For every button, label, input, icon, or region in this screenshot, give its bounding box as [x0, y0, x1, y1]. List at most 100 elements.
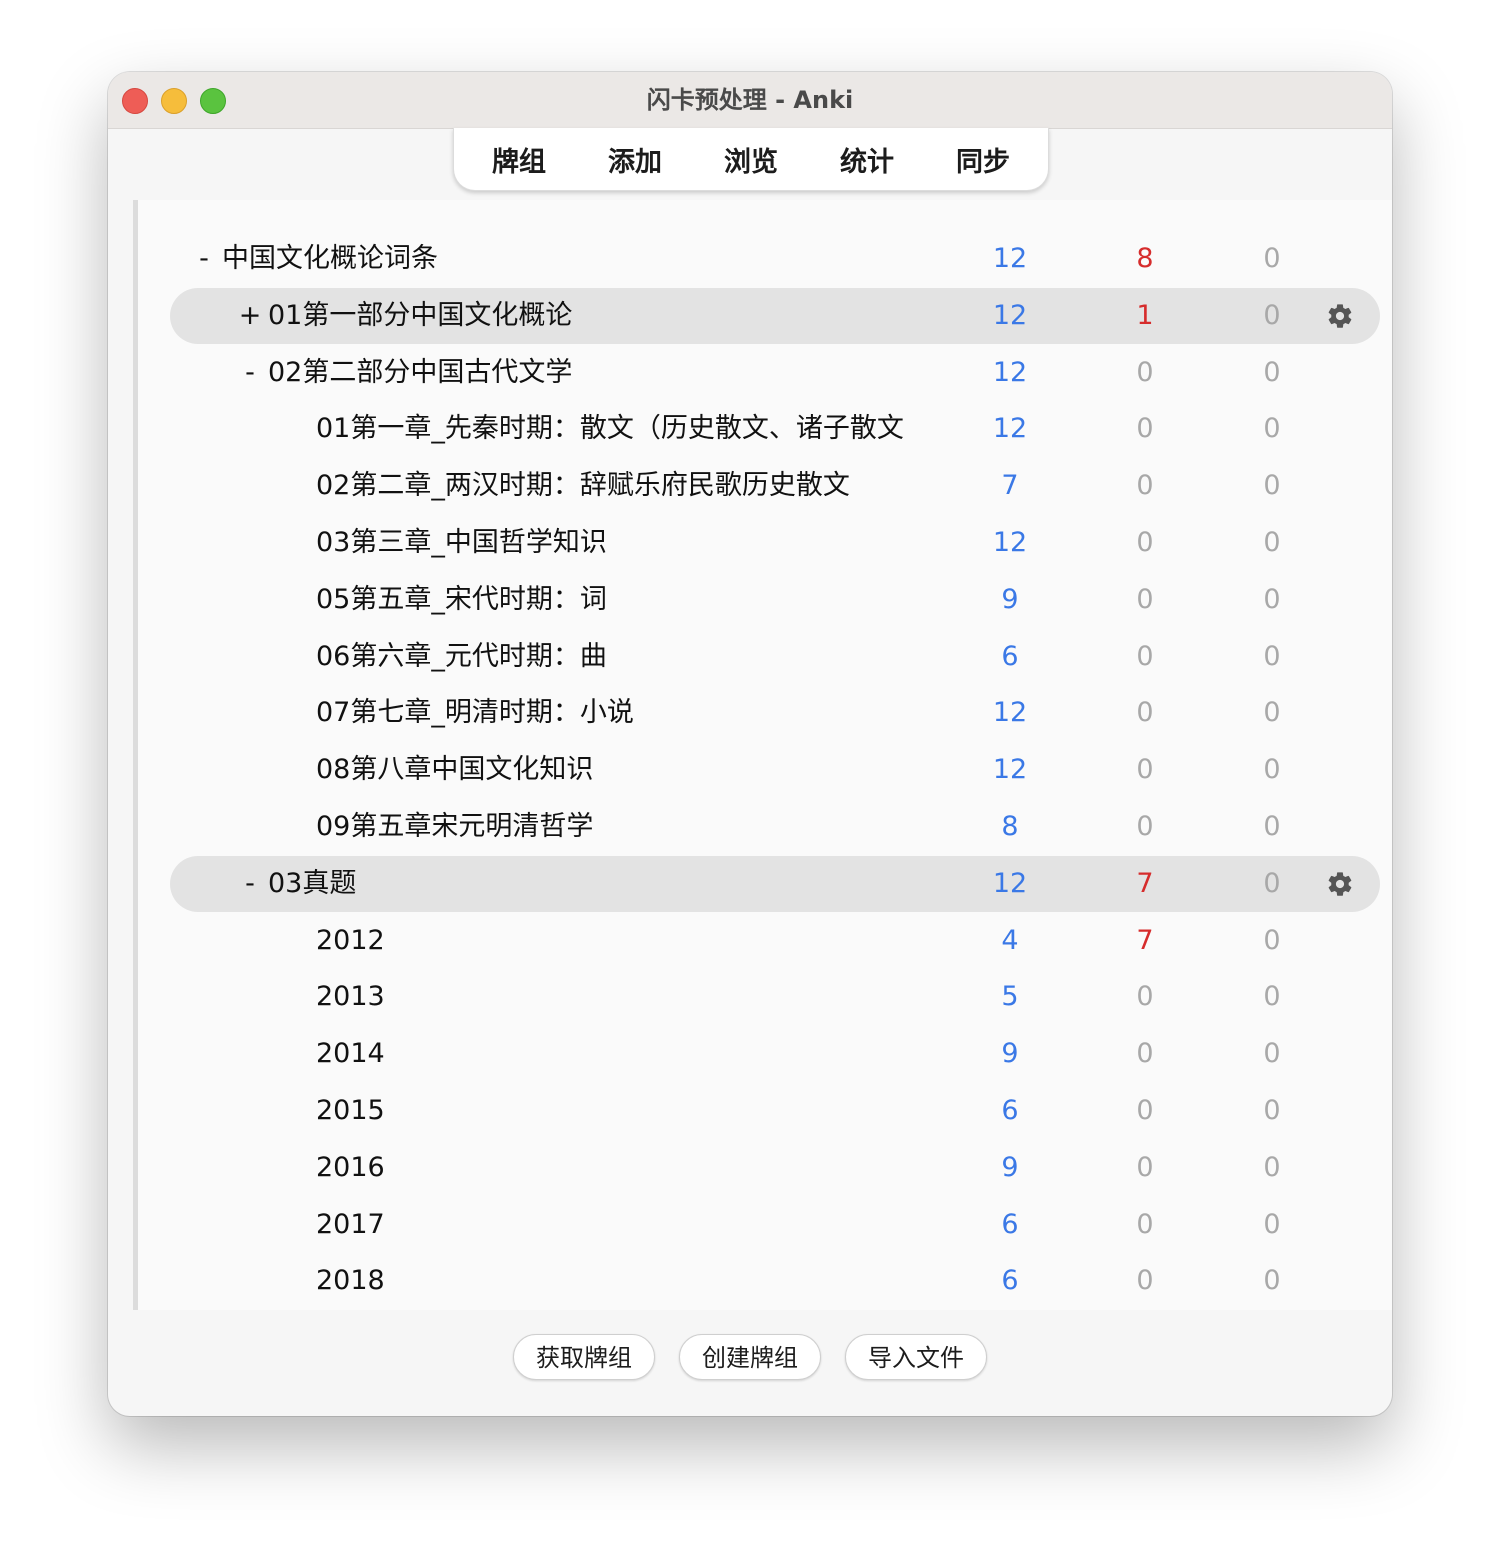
due-count: 0 — [1263, 754, 1281, 785]
import-file-button[interactable]: 导入文件 — [845, 1334, 987, 1380]
due-count: 0 — [1263, 527, 1281, 558]
due-count: 0 — [1263, 470, 1281, 501]
new-count: 12 — [992, 357, 1028, 388]
deck-list: - 中国文化概论词条 12 8 0 +01第一部分中国文化概论 12 1 0-02第二部分中国古… — [133, 200, 1392, 1310]
deck-row[interactable]: - 中国文化概论词条 12 8 0 — [170, 231, 1380, 287]
new-count: 8 — [1001, 811, 1019, 842]
deck-name[interactable]: 2015 — [316, 1083, 385, 1139]
deck-row[interactable]: 2014 9 0 0 — [170, 1026, 1380, 1082]
due-count: 0 — [1263, 697, 1281, 728]
collapse-toggle[interactable]: - — [238, 856, 262, 912]
collapse-toggle[interactable]: - — [238, 345, 262, 401]
new-count: 12 — [992, 754, 1028, 785]
deck-row[interactable]: 07第七章_明清时期：小说 12 0 0 — [170, 685, 1380, 741]
new-count: 6 — [1001, 1095, 1019, 1126]
deck-row[interactable]: 2018 6 0 0 — [170, 1253, 1380, 1309]
deck-row[interactable]: 06第六章_元代时期：曲 6 0 0 — [170, 629, 1380, 685]
due-count: 0 — [1263, 243, 1281, 274]
deck-name[interactable]: 01第一部分中国文化概论 — [268, 288, 572, 344]
get-shared-decks-button[interactable]: 获取牌组 — [513, 1334, 655, 1380]
deck-name[interactable]: 07第七章_明清时期：小说 — [316, 685, 634, 741]
deck-row[interactable]: 2016 9 0 0 — [170, 1140, 1380, 1196]
learn-count: 0 — [1136, 1152, 1154, 1183]
learn-count: 0 — [1136, 641, 1154, 672]
gear-icon[interactable] — [1326, 302, 1354, 330]
due-count: 0 — [1263, 868, 1281, 899]
deck-name[interactable]: 2014 — [316, 1026, 385, 1082]
deck-name[interactable]: 06第六章_元代时期：曲 — [316, 629, 607, 685]
deck-row[interactable]: 05第五章_宋代时期：词 9 0 0 — [170, 572, 1380, 628]
deck-name[interactable]: 08第八章中国文化知识 — [316, 742, 593, 798]
new-count: 5 — [1001, 981, 1019, 1012]
collapse-toggle[interactable]: - — [192, 231, 216, 287]
new-count: 9 — [1001, 1038, 1019, 1069]
deck-name[interactable]: 03真题 — [268, 856, 356, 912]
deck-name[interactable]: 03第三章_中国哲学知识 — [316, 515, 607, 571]
deck-name[interactable]: 2012 — [316, 913, 385, 969]
deck-row[interactable]: 2013 5 0 0 — [170, 969, 1380, 1025]
deck-name[interactable]: 02第二部分中国古代文学 — [268, 345, 572, 401]
due-count: 0 — [1263, 357, 1281, 388]
learn-count: 0 — [1136, 357, 1154, 388]
due-count: 0 — [1263, 925, 1281, 956]
deck-row[interactable]: 2012 4 7 0 — [170, 913, 1380, 969]
deck-row[interactable]: 2017 6 0 0 — [170, 1197, 1380, 1253]
due-count: 0 — [1263, 1152, 1281, 1183]
due-count: 0 — [1263, 413, 1281, 444]
deck-row[interactable]: 08第八章中国文化知识 12 0 0 — [170, 742, 1380, 798]
expand-toggle[interactable]: + — [238, 288, 262, 344]
tab-add[interactable]: 添加 — [577, 140, 693, 179]
new-count: 12 — [992, 868, 1028, 899]
due-count: 0 — [1263, 641, 1281, 672]
new-count: 9 — [1001, 584, 1019, 615]
new-count: 12 — [992, 413, 1028, 444]
learn-count: 0 — [1136, 981, 1154, 1012]
deck-row[interactable]: 02第二章_两汉时期：辞赋乐府民歌历史散文 7 0 0 — [170, 458, 1380, 514]
learn-count: 0 — [1136, 1095, 1154, 1126]
learn-count: 1 — [1136, 300, 1154, 331]
deck-row[interactable]: 09第五章宋元明清哲学 8 0 0 — [170, 799, 1380, 855]
deck-name[interactable]: 09第五章宋元明清哲学 — [316, 799, 593, 855]
deck-name[interactable]: 2018 — [316, 1253, 385, 1309]
new-count: 12 — [992, 243, 1028, 274]
deck-name[interactable]: 01第一章_先秦时期：散文（历史散文、诸子散文 — [316, 401, 904, 457]
tab-browse[interactable]: 浏览 — [693, 140, 809, 179]
deck-name[interactable]: 2017 — [316, 1197, 385, 1253]
due-count: 0 — [1263, 1095, 1281, 1126]
deck-name[interactable]: 中国文化概论词条 — [222, 231, 438, 287]
new-count: 6 — [1001, 641, 1019, 672]
learn-count: 0 — [1136, 811, 1154, 842]
deck-name[interactable]: 05第五章_宋代时期：词 — [316, 572, 607, 628]
learn-count: 0 — [1136, 1265, 1154, 1296]
deck-row[interactable]: 01第一章_先秦时期：散文（历史散文、诸子散文 12 0 0 — [170, 401, 1380, 457]
new-count: 6 — [1001, 1265, 1019, 1296]
title-bar: 闪卡预处理 - Anki — [108, 72, 1392, 129]
anki-window: 闪卡预处理 - Anki 牌组 添加 浏览 统计 同步 - 中国文化概论词条 12 8… — [108, 72, 1392, 1416]
deck-name[interactable]: 2016 — [316, 1140, 385, 1196]
learn-count: 7 — [1136, 868, 1154, 899]
new-count: 4 — [1001, 925, 1019, 956]
learn-count: 0 — [1136, 584, 1154, 615]
due-count: 0 — [1263, 300, 1281, 331]
due-count: 0 — [1263, 584, 1281, 615]
tab-stats[interactable]: 统计 — [809, 140, 925, 179]
deck-row[interactable]: 2015 6 0 0 — [170, 1083, 1380, 1139]
due-count: 0 — [1263, 1038, 1281, 1069]
deck-row[interactable]: -02第二部分中国古代文学 12 0 0 — [170, 345, 1380, 401]
learn-count: 0 — [1136, 1038, 1154, 1069]
deck-row[interactable]: -03真题 12 7 0 — [170, 856, 1380, 912]
tab-sync[interactable]: 同步 — [925, 140, 1041, 179]
deck-row[interactable]: +01第一部分中国文化概论 12 1 0 — [170, 288, 1380, 344]
deck-name[interactable]: 2013 — [316, 969, 385, 1025]
learn-count: 0 — [1136, 697, 1154, 728]
learn-count: 0 — [1136, 527, 1154, 558]
gear-icon[interactable] — [1326, 870, 1354, 898]
tab-decks[interactable]: 牌组 — [461, 140, 577, 179]
learn-count: 0 — [1136, 470, 1154, 501]
new-count: 12 — [992, 527, 1028, 558]
learn-count: 7 — [1136, 925, 1154, 956]
deck-row[interactable]: 03第三章_中国哲学知识 12 0 0 — [170, 515, 1380, 571]
deck-name[interactable]: 02第二章_两汉时期：辞赋乐府民歌历史散文 — [316, 458, 850, 514]
create-deck-button[interactable]: 创建牌组 — [679, 1334, 821, 1380]
due-count: 0 — [1263, 1209, 1281, 1240]
